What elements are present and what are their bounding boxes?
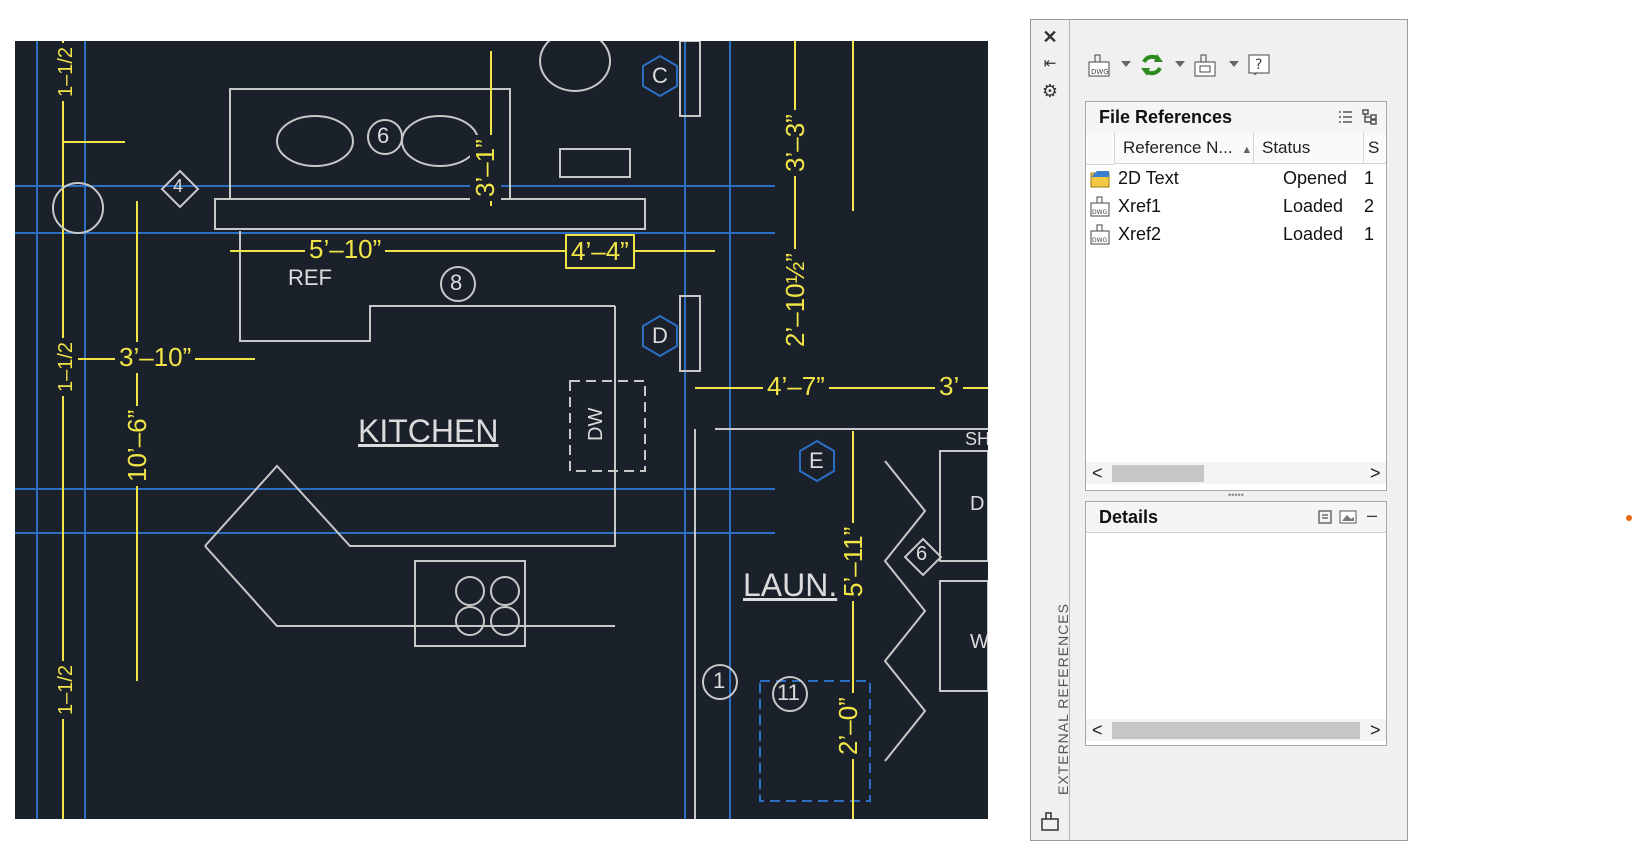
dwg-icon: DWG: [1089, 223, 1111, 250]
tag-label: 6: [377, 123, 390, 148]
dimension-text: 5’–11”: [838, 522, 869, 601]
tag-label: 11: [777, 680, 800, 705]
scroll-right-arrow[interactable]: >: [1370, 463, 1381, 484]
dimension-text: 5’–10”: [305, 234, 386, 265]
column-header-reference-name[interactable]: Reference N... ▲: [1114, 132, 1254, 164]
reference-status: Opened: [1283, 168, 1348, 188]
dimension-text: 10’–6”: [122, 405, 153, 486]
table-row[interactable]: DWG Xref2 Loaded 1: [1086, 221, 1386, 249]
dwg-icon: DWG: [1089, 195, 1111, 222]
sort-ascending-icon: ▲: [1241, 144, 1253, 156]
tag-label: 8: [450, 270, 463, 295]
drawing-canvas[interactable]: KITCHEN LAUN. REF DW 5’–10” 4’–4” 3’–10”…: [15, 41, 988, 819]
svg-text:DWG: DWG: [1091, 68, 1109, 76]
dimension-text: 3’–10”: [115, 342, 196, 373]
palette-title: EXTERNAL REFERENCES: [1055, 603, 1071, 795]
reference-name: 2D Text: [1118, 168, 1179, 188]
chevron-down-icon[interactable]: [1229, 61, 1239, 67]
details-panel: Details – < >: [1085, 501, 1387, 746]
tag-label: W: [970, 631, 988, 653]
svg-text:DWG: DWG: [1092, 209, 1108, 216]
dimension-text: 3’–1”: [470, 135, 501, 201]
refresh-icon[interactable]: [1137, 50, 1167, 80]
properties-icon[interactable]: ⚙: [1039, 80, 1061, 102]
preview-icon[interactable]: [1339, 509, 1357, 530]
reference-name: Xref2: [1118, 224, 1162, 244]
dimension-text: 4’–4”: [565, 234, 635, 269]
dimension-text: 1–1/2: [55, 337, 78, 396]
details-view-icon[interactable]: [1317, 509, 1333, 530]
horizontal-scrollbar[interactable]: < >: [1086, 462, 1386, 484]
drawing-icon: [1089, 167, 1111, 194]
help-icon[interactable]: ?: [1245, 50, 1275, 80]
file-references-title: File References: [1099, 107, 1233, 127]
svg-text:DWG: DWG: [1092, 237, 1108, 244]
chevron-down-icon[interactable]: [1175, 61, 1185, 67]
close-icon[interactable]: ✕: [1039, 26, 1061, 48]
autohide-icon[interactable]: ⇤: [1039, 53, 1061, 75]
dimension-text: 1–1/2: [55, 42, 78, 101]
list-view-icon[interactable]: [1338, 109, 1354, 130]
scroll-left-arrow[interactable]: <: [1092, 720, 1103, 741]
tag-label: D: [652, 323, 668, 348]
column-header-label: Reference N...: [1123, 138, 1233, 157]
tag-label: 6: [916, 543, 928, 565]
dimension-text: 2’–0”: [833, 693, 864, 759]
scroll-left-arrow[interactable]: <: [1092, 463, 1103, 484]
details-header: Details –: [1086, 502, 1386, 533]
dimension-text: 3’–3”: [780, 110, 811, 176]
accent-dot: [1626, 515, 1632, 521]
reference-name: Xref1: [1118, 196, 1162, 216]
dimension-text: 4’–7”: [763, 371, 829, 402]
reference-size: 2: [1364, 196, 1375, 216]
label-dw: DW: [585, 407, 607, 441]
xref-palette-icon[interactable]: [1039, 810, 1061, 832]
column-header-status[interactable]: Status: [1254, 132, 1364, 164]
column-header-size[interactable]: S: [1364, 132, 1386, 164]
label-ref: REF: [288, 265, 332, 290]
tree-view-icon[interactable]: [1362, 109, 1378, 130]
reference-size: 1: [1364, 224, 1375, 244]
tag-label: 1: [713, 668, 726, 693]
column-header-icon: [1086, 132, 1114, 165]
tag-label: D: [970, 493, 985, 515]
svg-text:?: ?: [1255, 57, 1262, 73]
horizontal-scrollbar[interactable]: < >: [1086, 719, 1386, 741]
reference-status: Loaded: [1283, 224, 1344, 244]
file-references-panel: File References Reference N... ▲ Status …: [1085, 101, 1387, 491]
collapse-button[interactable]: –: [1367, 505, 1377, 526]
tag-label: E: [809, 448, 824, 473]
file-references-header: File References: [1086, 102, 1386, 133]
scrollbar-thumb[interactable]: [1112, 465, 1204, 482]
table-row[interactable]: 2D Text Opened 1: [1086, 165, 1386, 193]
tag-label: C: [652, 63, 668, 88]
dimension-text: 2’–10½”: [780, 249, 811, 351]
tag-label: SH: [965, 429, 988, 449]
table-row[interactable]: DWG Xref1 Loaded 2: [1086, 193, 1386, 221]
external-references-palette: ✕ ⇤ ⚙ EXTERNAL REFERENCES DWG ? File Ref…: [1030, 19, 1408, 841]
attach-dwg-icon[interactable]: DWG: [1085, 50, 1115, 80]
reference-size: 1: [1364, 168, 1375, 188]
palette-title-strip[interactable]: ✕ ⇤ ⚙ EXTERNAL REFERENCES: [1031, 20, 1071, 840]
tag-label: 4: [173, 176, 184, 196]
room-label-laundry: LAUN.: [743, 567, 838, 603]
column-header-label: S: [1368, 138, 1380, 157]
panel-splitter[interactable]: •••••: [1085, 491, 1387, 501]
dimension-text: 1–1/2: [55, 660, 78, 719]
dimension-text: 3’: [935, 371, 964, 402]
column-header-label: Status: [1262, 138, 1311, 157]
xref-toolbar: DWG ?: [1085, 50, 1385, 84]
details-title: Details: [1099, 507, 1159, 527]
reference-status: Loaded: [1283, 196, 1344, 216]
scrollbar-thumb[interactable]: [1112, 722, 1360, 739]
change-path-icon[interactable]: [1191, 50, 1221, 80]
scroll-right-arrow[interactable]: >: [1370, 720, 1381, 741]
chevron-down-icon[interactable]: [1121, 61, 1131, 67]
room-label-kitchen: KITCHEN: [358, 413, 499, 449]
